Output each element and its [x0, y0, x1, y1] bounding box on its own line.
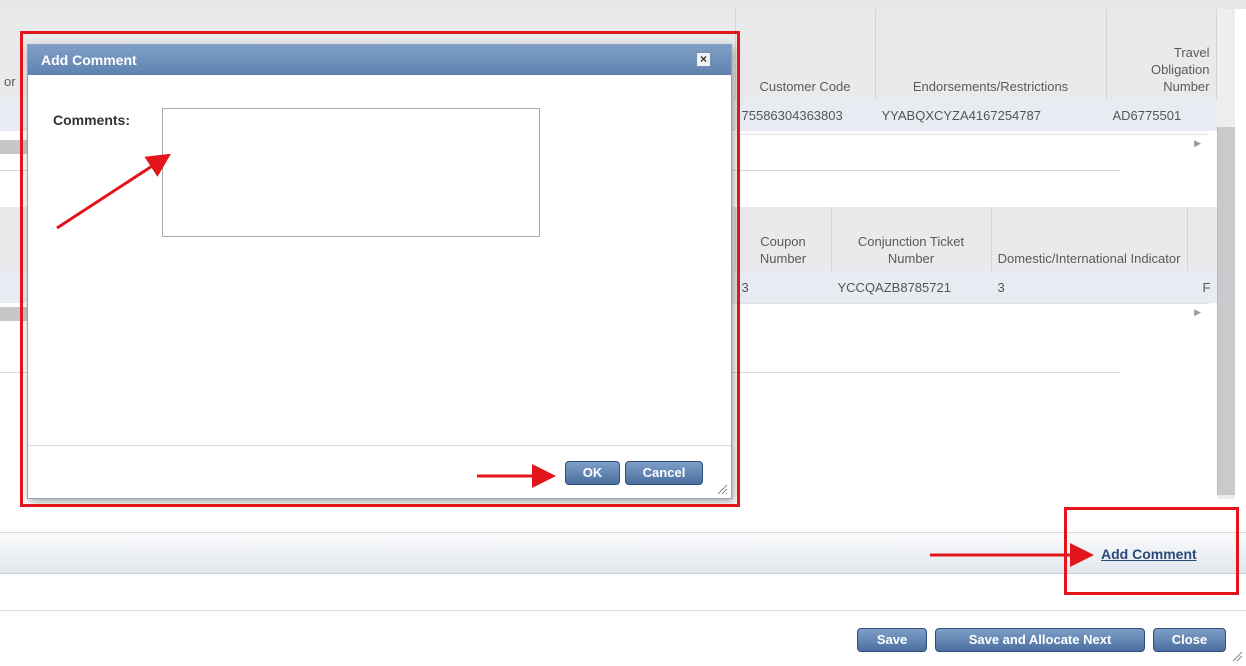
cell-conjunction: YCCQAZB8785721 — [831, 271, 992, 303]
footer-divider — [0, 610, 1246, 611]
column-header-travel-obligation[interactable]: Travel Obligation Number — [1106, 9, 1217, 99]
annotation-link-highlight — [1064, 507, 1239, 595]
horizontal-scrollbar-top[interactable]: ▶ — [735, 134, 1209, 152]
column-header-conjunction[interactable]: Conjunction Ticket Number — [831, 207, 992, 271]
cell-coupon: 3 — [735, 271, 832, 303]
cell-extra: F — [1187, 271, 1218, 303]
cell-endorsements: YYABQXCYZA4167254787 — [875, 99, 1107, 131]
cell-domestic: 3 — [991, 271, 1188, 303]
vertical-scrollbar-thumb[interactable] — [1217, 127, 1235, 495]
scroll-right-icon[interactable]: ▶ — [1194, 307, 1201, 318]
column-header-customer-code[interactable]: Customer Code — [735, 9, 876, 99]
comment-bar — [0, 532, 1246, 574]
column-header-domestic[interactable]: Domestic/International Indicator — [991, 207, 1188, 271]
column-header-endorsements[interactable]: Endorsements/Restrictions — [875, 9, 1107, 99]
scroll-right-icon[interactable]: ▶ — [1194, 138, 1201, 149]
cell-customer-code: 75586304363803 — [735, 99, 876, 131]
cell-travel-obligation: AD6775501 — [1106, 99, 1217, 131]
close-button[interactable]: Close — [1153, 628, 1226, 652]
horizontal-scrollbar-middle[interactable]: ▶ — [735, 303, 1209, 321]
left-fragment: or — [4, 73, 16, 89]
save-button[interactable]: Save — [857, 628, 927, 652]
save-and-allocate-next-button[interactable]: Save and Allocate Next — [935, 628, 1145, 652]
annotation-dialog-highlight — [20, 31, 740, 507]
column-header-coupon[interactable]: Coupon Number — [735, 207, 832, 271]
top-strip — [0, 0, 1246, 9]
resize-grip-icon[interactable] — [1231, 650, 1243, 662]
